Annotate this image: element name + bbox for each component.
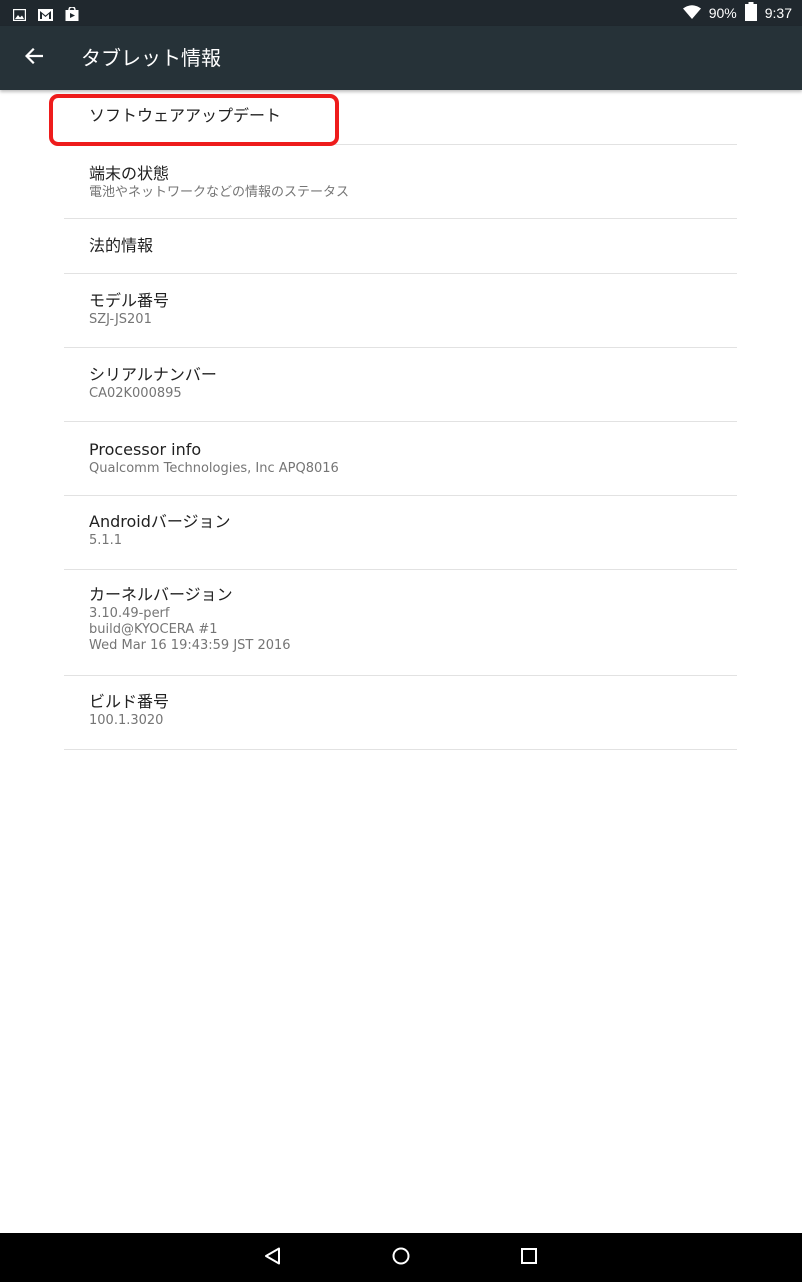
item-title: シリアルナンバー — [89, 365, 217, 384]
back-button[interactable] — [14, 38, 54, 78]
image-icon — [12, 6, 27, 25]
item-summary: 電池やネットワークなどの情報のステータス — [89, 185, 350, 200]
item-value: 100.1.3020 — [89, 713, 164, 728]
arrow-back-icon — [24, 47, 44, 68]
toolbar: タブレット情報 — [0, 26, 802, 90]
square-recents-icon — [521, 1248, 537, 1268]
store-bag-icon — [65, 6, 79, 25]
triangle-back-icon — [264, 1247, 282, 1269]
item-value: Qualcomm Technologies, Inc APQ8016 — [89, 461, 339, 476]
settings-list: ソフトウェアアップデート 端末の状態 電池やネットワークなどの情報のステータス … — [64, 91, 737, 750]
navigation-bar — [0, 1233, 802, 1282]
wifi-icon — [682, 4, 701, 22]
item-value-line: build@KYOCERA #1 — [89, 622, 218, 637]
item-title: ソフトウェアアップデート — [89, 106, 282, 125]
list-item-kernel-version[interactable]: カーネルバージョン 3.10.49-perf build@KYOCERA #1 … — [64, 570, 737, 676]
item-title: モデル番号 — [89, 291, 170, 310]
system-status: 90% 9:37 — [682, 0, 792, 26]
gmail-icon — [38, 6, 53, 25]
item-title: カーネルバージョン — [89, 585, 233, 604]
list-item-device-status[interactable]: 端末の状態 電池やネットワークなどの情報のステータス — [64, 145, 737, 219]
item-value: CA02K000895 — [89, 386, 182, 401]
circle-home-icon — [392, 1247, 410, 1269]
item-title: Processor info — [89, 440, 202, 459]
battery-percent: 90% — [708, 5, 737, 21]
list-item-legal-info[interactable]: 法的情報 — [64, 219, 737, 274]
nav-home-button[interactable] — [384, 1241, 418, 1275]
battery-icon — [744, 2, 757, 24]
list-item-build-number[interactable]: ビルド番号 100.1.3020 — [64, 676, 737, 750]
list-item-android-version[interactable]: Androidバージョン 5.1.1 — [64, 496, 737, 570]
list-item-processor-info[interactable]: Processor info Qualcomm Technologies, In… — [64, 422, 737, 496]
list-item-model-number[interactable]: モデル番号 SZJ-JS201 — [64, 274, 737, 348]
item-title: 法的情報 — [89, 236, 154, 255]
item-title: Androidバージョン — [89, 512, 231, 531]
item-value: 5.1.1 — [89, 533, 123, 548]
clock: 9:37 — [764, 5, 792, 21]
list-item-serial-number[interactable]: シリアルナンバー CA02K000895 — [64, 348, 737, 422]
nav-back-button[interactable] — [256, 1241, 290, 1275]
page-title: タブレット情報 — [81, 46, 221, 70]
item-value-line: 3.10.49-perf — [89, 606, 170, 621]
notification-icons — [12, 6, 79, 25]
list-item-software-update[interactable]: ソフトウェアアップデート — [64, 91, 737, 145]
item-value: SZJ-JS201 — [89, 312, 152, 327]
item-title: ビルド番号 — [89, 692, 170, 711]
item-title: 端末の状態 — [89, 164, 170, 183]
nav-recents-button[interactable] — [512, 1241, 546, 1275]
status-bar: 90% 9:37 — [0, 0, 802, 26]
item-value-line: Wed Mar 16 19:43:59 JST 2016 — [89, 638, 291, 653]
